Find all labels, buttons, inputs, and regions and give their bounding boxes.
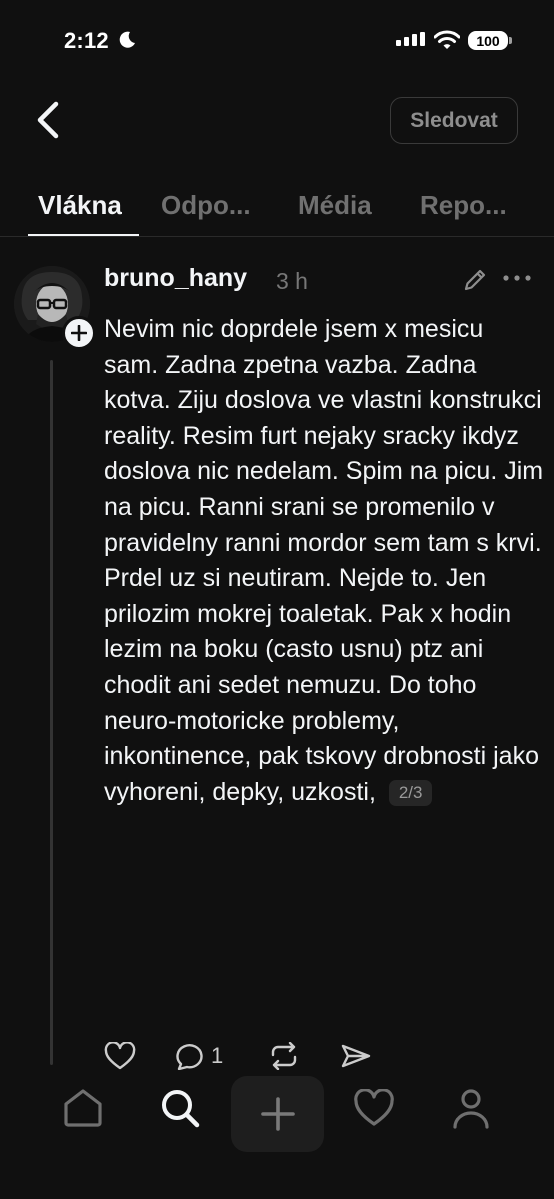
nav-activity[interactable] xyxy=(352,1086,396,1130)
moon-icon xyxy=(119,31,135,48)
edit-icon[interactable] xyxy=(462,267,488,293)
cellular-signal-icon xyxy=(396,32,425,46)
search-icon xyxy=(162,1090,200,1128)
profile-icon xyxy=(453,1089,489,1129)
thread-line xyxy=(50,360,53,1065)
tab-replies[interactable]: Odpo... xyxy=(161,190,251,221)
plus-icon xyxy=(260,1097,295,1131)
repost-icon[interactable] xyxy=(268,1042,300,1070)
nav-create[interactable] xyxy=(231,1076,324,1152)
wifi-icon xyxy=(434,30,460,49)
nav-search[interactable] xyxy=(158,1086,202,1130)
tab-threads[interactable]: Vlákna xyxy=(38,190,122,221)
battery-indicator: 100 xyxy=(468,31,508,50)
plus-icon xyxy=(71,325,87,341)
status-time: 2:12 xyxy=(64,28,109,53)
nav-home[interactable] xyxy=(61,1086,105,1130)
battery-cap xyxy=(509,37,512,44)
heart-icon xyxy=(354,1089,394,1126)
share-icon[interactable] xyxy=(340,1042,372,1070)
follow-button[interactable]: Sledovat xyxy=(390,97,518,144)
nav-profile[interactable] xyxy=(449,1086,493,1130)
like-icon[interactable] xyxy=(104,1042,136,1070)
post-username[interactable]: bruno_hany xyxy=(104,264,247,293)
reply-count: 1 xyxy=(211,1043,224,1068)
home-icon xyxy=(64,1089,102,1127)
chevron-left-icon[interactable] xyxy=(34,100,64,140)
post-timestamp: 3 h xyxy=(276,268,308,294)
more-options-icon[interactable] xyxy=(502,272,532,284)
follow-plus-badge[interactable] xyxy=(62,316,96,350)
tabs-divider xyxy=(0,236,554,237)
post-body: Nevim nic doprdele jsem x mesicu sam. Za… xyxy=(104,312,544,810)
tab-media[interactable]: Média xyxy=(298,190,372,221)
tab-reposts[interactable]: Repo... xyxy=(420,190,507,221)
reply-icon[interactable] xyxy=(176,1042,208,1070)
thread-page-indicator: 2/3 xyxy=(388,779,433,806)
post-text: Nevim nic doprdele jsem x mesicu sam. Za… xyxy=(104,315,544,806)
